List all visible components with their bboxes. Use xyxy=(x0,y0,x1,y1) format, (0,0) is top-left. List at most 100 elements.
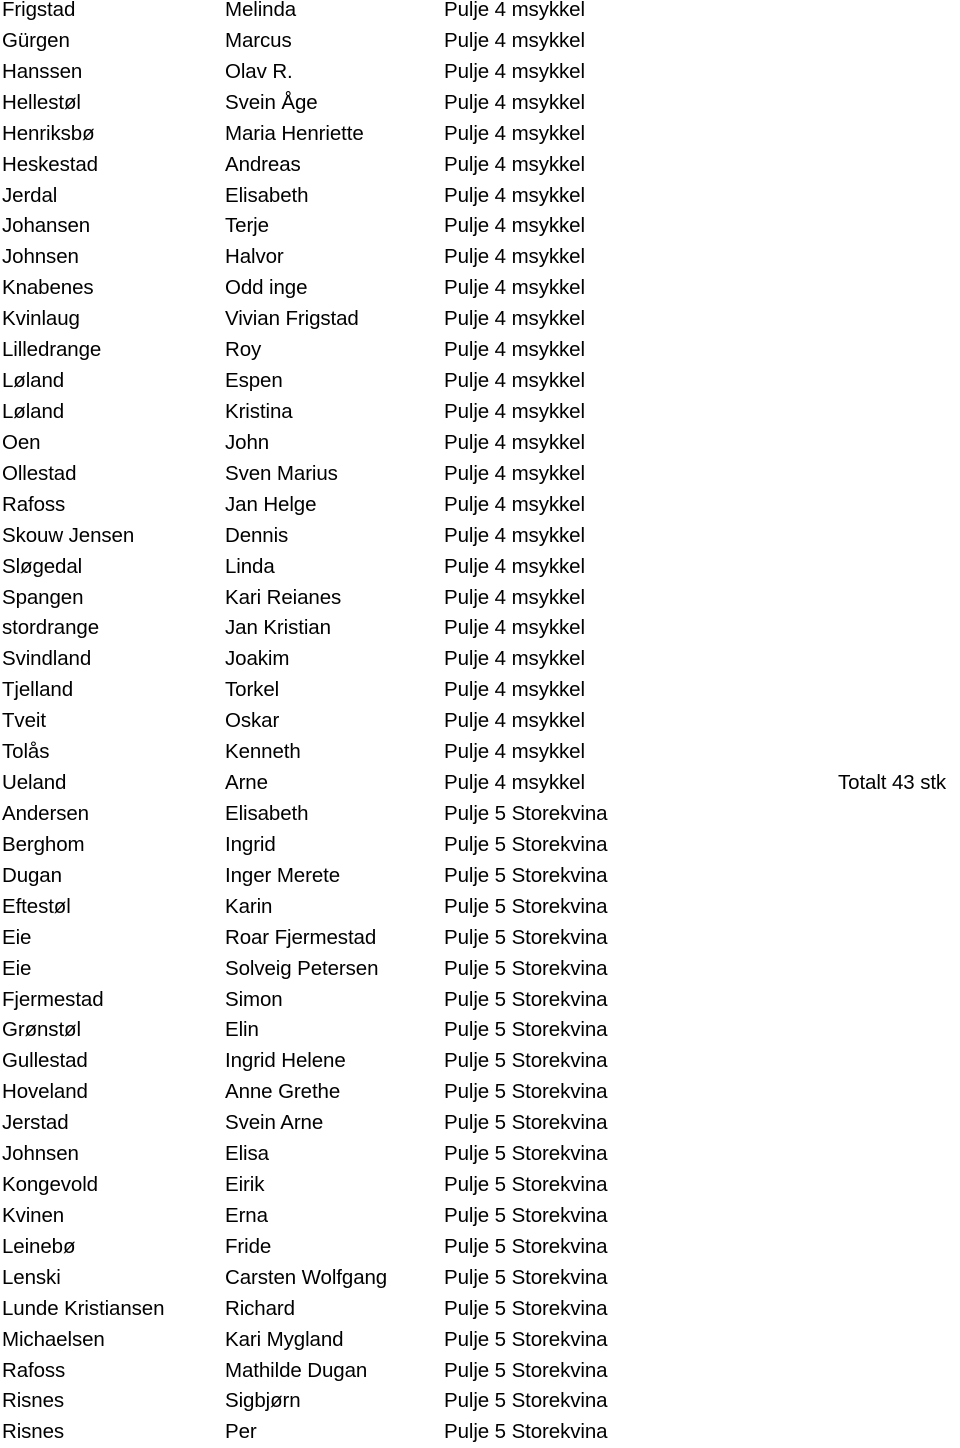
pool-cell: Pulje 5 Storekvina xyxy=(444,1018,608,1042)
list-row: Berghom Ingrid Pulje 5 Storekvina xyxy=(0,830,960,861)
first-name-cell: Linda xyxy=(225,554,275,578)
total-note: Totalt 43 stk xyxy=(838,771,947,795)
first-name-cell: Sven Marius xyxy=(225,461,338,485)
last-name-cell: Michaelsen xyxy=(2,1327,105,1351)
last-name-cell: Kvinlaug xyxy=(2,307,80,331)
first-name-cell: Marcus xyxy=(225,28,292,52)
list-row: Heskestad Andreas Pulje 4 msykkel xyxy=(0,150,960,181)
last-name-cell: Kongevold xyxy=(2,1173,98,1197)
first-name-cell: Oskar xyxy=(225,709,280,733)
last-name-cell: Jerdal xyxy=(2,183,58,207)
first-name-cell: Elisabeth xyxy=(225,183,309,207)
list-row: Frigstad Melinda Pulje 4 msykkel xyxy=(0,0,960,26)
last-name-cell: Rafoss xyxy=(2,1358,66,1382)
pool-cell: Pulje 4 msykkel xyxy=(444,678,585,702)
last-name-cell: Eie xyxy=(2,925,32,949)
pool-cell: Pulje 5 Storekvina xyxy=(444,1389,608,1413)
last-name-cell: Fjermestad xyxy=(2,987,104,1011)
list-row: Tolås Kenneth Pulje 4 msykkel xyxy=(0,737,960,768)
first-name-cell: Anne Grethe xyxy=(225,1080,341,1104)
list-row: Hoveland Anne Grethe Pulje 5 Storekvina xyxy=(0,1077,960,1108)
list-row: Sløgedal Linda Pulje 4 msykkel xyxy=(0,552,960,583)
pool-cell: Pulje 5 Storekvina xyxy=(444,1080,608,1104)
pool-cell: Pulje 5 Storekvina xyxy=(444,1296,608,1320)
pool-cell: Pulje 4 msykkel xyxy=(444,183,585,207)
list-row: Eie Solveig Petersen Pulje 5 Storekvina xyxy=(0,954,960,985)
last-name-cell: Hellestøl xyxy=(2,90,81,114)
pool-cell: Pulje 5 Storekvina xyxy=(444,1420,608,1444)
pool-cell: Pulje 4 msykkel xyxy=(444,399,585,423)
first-name-cell: Svein Åge xyxy=(225,90,318,114)
participant-list: Frigstad Melinda Pulje 4 msykkel Gürgen … xyxy=(0,0,960,1448)
last-name-cell: Berghom xyxy=(2,832,85,856)
list-row: Lunde Kristiansen Richard Pulje 5 Storek… xyxy=(0,1294,960,1325)
last-name-cell: Rafoss xyxy=(2,492,66,516)
pool-cell: Pulje 5 Storekvina xyxy=(444,801,608,825)
pool-cell: Pulje 5 Storekvina xyxy=(444,894,608,918)
pool-cell: Pulje 5 Storekvina xyxy=(444,1358,608,1382)
list-row: Gürgen Marcus Pulje 4 msykkel xyxy=(0,26,960,57)
pool-cell: Pulje 4 msykkel xyxy=(444,369,585,393)
pool-cell: Pulje 4 msykkel xyxy=(444,740,585,764)
last-name-cell: Knabenes xyxy=(2,276,94,300)
list-row: Leinebø Fride Pulje 5 Storekvina xyxy=(0,1232,960,1263)
last-name-cell: Løland xyxy=(2,369,65,393)
last-name-cell: Heskestad xyxy=(2,152,98,176)
list-row: Hanssen Olav R. Pulje 4 msykkel xyxy=(0,57,960,88)
pool-cell: Pulje 5 Storekvina xyxy=(444,1234,608,1258)
first-name-cell: Andreas xyxy=(225,152,301,176)
list-row: Rafoss Jan Helge Pulje 4 msykkel xyxy=(0,490,960,521)
list-row: Michaelsen Kari Mygland Pulje 5 Storekvi… xyxy=(0,1325,960,1356)
last-name-cell: Lunde Kristiansen xyxy=(2,1296,165,1320)
list-row: Svindland Joakim Pulje 4 msykkel xyxy=(0,644,960,675)
list-row: Risnes Sigbjørn Pulje 5 Storekvina xyxy=(0,1386,960,1417)
first-name-cell: Elisa xyxy=(225,1142,269,1166)
list-row: Rafoss Mathilde Dugan Pulje 5 Storekvina xyxy=(0,1356,960,1387)
first-name-cell: Kenneth xyxy=(225,740,301,764)
list-row: Kvinen Erna Pulje 5 Storekvina xyxy=(0,1201,960,1232)
pool-cell: Pulje 4 msykkel xyxy=(444,709,585,733)
first-name-cell: Kristina xyxy=(225,399,293,423)
last-name-cell: Ollestad xyxy=(2,461,77,485)
last-name-cell: Frigstad xyxy=(2,0,76,21)
pool-cell: Pulje 4 msykkel xyxy=(444,90,585,114)
last-name-cell: Hanssen xyxy=(2,59,83,83)
list-row: Risnes Per Pulje 5 Storekvina xyxy=(0,1417,960,1448)
list-row: Eftestøl Karin Pulje 5 Storekvina xyxy=(0,892,960,923)
last-name-cell: Gürgen xyxy=(2,28,70,52)
pool-cell: Pulje 5 Storekvina xyxy=(444,832,608,856)
list-row: Lenski Carsten Wolfgang Pulje 5 Storekvi… xyxy=(0,1263,960,1294)
first-name-cell: Odd inge xyxy=(225,276,308,300)
last-name-cell: Lilledrange xyxy=(2,338,102,362)
pool-cell: Pulje 4 msykkel xyxy=(444,152,585,176)
last-name-cell: Johansen xyxy=(2,214,91,238)
first-name-cell: Jan Helge xyxy=(225,492,317,516)
first-name-cell: Melinda xyxy=(225,0,297,21)
last-name-cell: Jerstad xyxy=(2,1111,69,1135)
pool-cell: Pulje 4 msykkel xyxy=(444,338,585,362)
last-name-cell: Johnsen xyxy=(2,1142,79,1166)
first-name-cell: John xyxy=(225,430,270,454)
list-row: Tjelland Torkel Pulje 4 msykkel xyxy=(0,675,960,706)
first-name-cell: Jan Kristian xyxy=(225,616,331,640)
list-row: Kvinlaug Vivian Frigstad Pulje 4 msykkel xyxy=(0,304,960,335)
first-name-cell: Dennis xyxy=(225,523,289,547)
last-name-cell: Grønstøl xyxy=(2,1018,81,1042)
last-name-cell: Lenski xyxy=(2,1265,61,1289)
list-row: Oen John Pulje 4 msykkel xyxy=(0,428,960,459)
last-name-cell: Tolås xyxy=(2,740,50,764)
last-name-cell: Johnsen xyxy=(2,245,79,269)
pool-cell: Pulje 5 Storekvina xyxy=(444,925,608,949)
first-name-cell: Carsten Wolfgang xyxy=(225,1265,388,1289)
list-row: Andersen Elisabeth Pulje 5 Storekvina xyxy=(0,799,960,830)
pool-cell: Pulje 5 Storekvina xyxy=(444,956,608,980)
first-name-cell: Ingrid Helene xyxy=(225,1049,346,1073)
list-row: Skouw Jensen Dennis Pulje 4 msykkel xyxy=(0,521,960,552)
first-name-cell: Elisabeth xyxy=(225,801,309,825)
first-name-cell: Ingrid xyxy=(225,832,276,856)
pool-cell: Pulje 4 msykkel xyxy=(444,0,585,21)
first-name-cell: Sigbjørn xyxy=(225,1389,301,1413)
last-name-cell: Svindland xyxy=(2,647,92,671)
last-name-cell: Ueland xyxy=(2,771,67,795)
first-name-cell: Kari Mygland xyxy=(225,1327,344,1351)
